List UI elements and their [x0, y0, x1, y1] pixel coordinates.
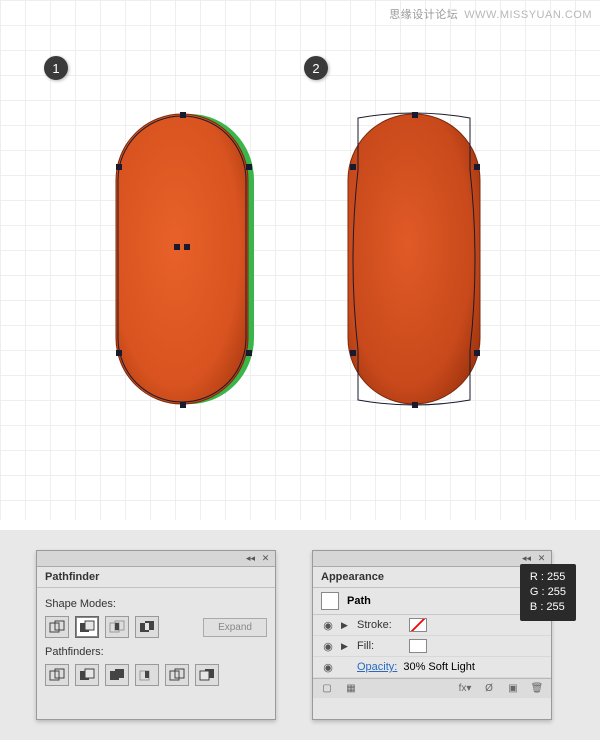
stroke-row[interactable]: ◉ ▶ Stroke: [313, 615, 551, 636]
minus-back-button[interactable] [195, 664, 219, 686]
rgb-b: B : 255 [530, 600, 566, 615]
pathfinder-title: Pathfinder [37, 567, 275, 588]
close-icon[interactable]: ✕ [536, 553, 547, 564]
anchor-point[interactable] [246, 350, 252, 356]
trim-button[interactable] [75, 664, 99, 686]
crop-button[interactable] [135, 664, 159, 686]
opacity-link[interactable]: Opacity: [357, 661, 397, 673]
collapse-icon[interactable]: ◂◂ [521, 553, 532, 564]
unite-button[interactable] [45, 616, 69, 638]
opacity-value: 30% Soft Light [403, 661, 475, 673]
divide-button[interactable] [45, 664, 69, 686]
capsule-shape-1[interactable] [108, 110, 258, 410]
appearance-object-row: Path [313, 588, 551, 615]
pathfinder-panel: ◂◂ ✕ Pathfinder Shape Modes: Expand Path… [36, 550, 276, 720]
anchor-point[interactable] [116, 164, 122, 170]
center-point[interactable] [174, 244, 180, 250]
duplicate-icon[interactable]: ▣ [505, 682, 521, 696]
panel-tab-bar: ◂◂ ✕ [313, 551, 551, 567]
anchor-point[interactable] [474, 350, 480, 356]
clear-icon[interactable]: Ø [481, 682, 497, 696]
rgb-r: R : 255 [530, 570, 566, 585]
trash-icon[interactable]: 🗑 [529, 682, 545, 696]
expand-button[interactable]: Expand [203, 618, 267, 637]
anchor-point[interactable] [412, 112, 418, 118]
step-badge-1: 1 [44, 56, 68, 80]
anchor-point[interactable] [180, 112, 186, 118]
stroke-label: Stroke: [357, 619, 403, 631]
step-badge-2: 2 [304, 56, 328, 80]
exclude-button[interactable] [135, 616, 159, 638]
opacity-row[interactable]: ◉ Opacity: 30% Soft Light [313, 657, 551, 678]
anchor-point[interactable] [116, 350, 122, 356]
center-point[interactable] [184, 244, 190, 250]
anchor-point[interactable] [412, 402, 418, 408]
intersect-button[interactable] [105, 616, 129, 638]
capsule-shape-2[interactable] [340, 110, 490, 410]
artboard-canvas[interactable]: 1 2 [0, 0, 600, 520]
appearance-footer: ▢ ▦ fx▾ Ø ▣ 🗑 [313, 678, 551, 698]
fill-row[interactable]: ◉ ▶ Fill: [313, 636, 551, 657]
rgb-tooltip: R : 255 G : 255 B : 255 [520, 564, 576, 621]
object-thumb [321, 592, 339, 610]
expand-triangle-icon[interactable]: ▶ [341, 620, 351, 631]
pathfinders-label: Pathfinders: [45, 646, 267, 658]
appearance-panel: ◂◂ ✕ Appearance Path ◉ ▶ Stroke: ◉ ▶ Fil… [312, 550, 552, 720]
collapse-icon[interactable]: ◂◂ [245, 553, 256, 564]
appearance-title: Appearance [313, 567, 551, 588]
close-icon[interactable]: ✕ [260, 553, 271, 564]
layers-icon[interactable]: ▦ [343, 682, 359, 696]
stroke-swatch[interactable] [409, 618, 427, 632]
visibility-toggle-icon[interactable]: ◉ [321, 618, 335, 632]
shape-modes-label: Shape Modes: [45, 598, 267, 610]
anchor-point[interactable] [246, 164, 252, 170]
visibility-toggle-icon[interactable]: ◉ [321, 639, 335, 653]
fx-icon[interactable]: fx▾ [457, 682, 473, 696]
minus-front-button[interactable] [75, 616, 99, 638]
anchor-point[interactable] [180, 402, 186, 408]
fill-swatch[interactable] [409, 639, 427, 653]
no-fill-icon[interactable]: ▢ [319, 682, 335, 696]
expand-triangle-icon[interactable]: ▶ [341, 641, 351, 652]
rgb-g: G : 255 [530, 585, 566, 600]
fill-label: Fill: [357, 640, 403, 652]
panel-tab-bar: ◂◂ ✕ [37, 551, 275, 567]
panels-area: ◂◂ ✕ Pathfinder Shape Modes: Expand Path… [0, 530, 600, 740]
object-label: Path [347, 595, 371, 607]
anchor-point[interactable] [350, 350, 356, 356]
merge-button[interactable] [105, 664, 129, 686]
outline-button[interactable] [165, 664, 189, 686]
anchor-point[interactable] [474, 164, 480, 170]
anchor-point[interactable] [350, 164, 356, 170]
watermark: 思缘设计论坛WWW.MISSYUAN.COM [389, 6, 592, 22]
visibility-toggle-icon[interactable]: ◉ [321, 660, 335, 674]
